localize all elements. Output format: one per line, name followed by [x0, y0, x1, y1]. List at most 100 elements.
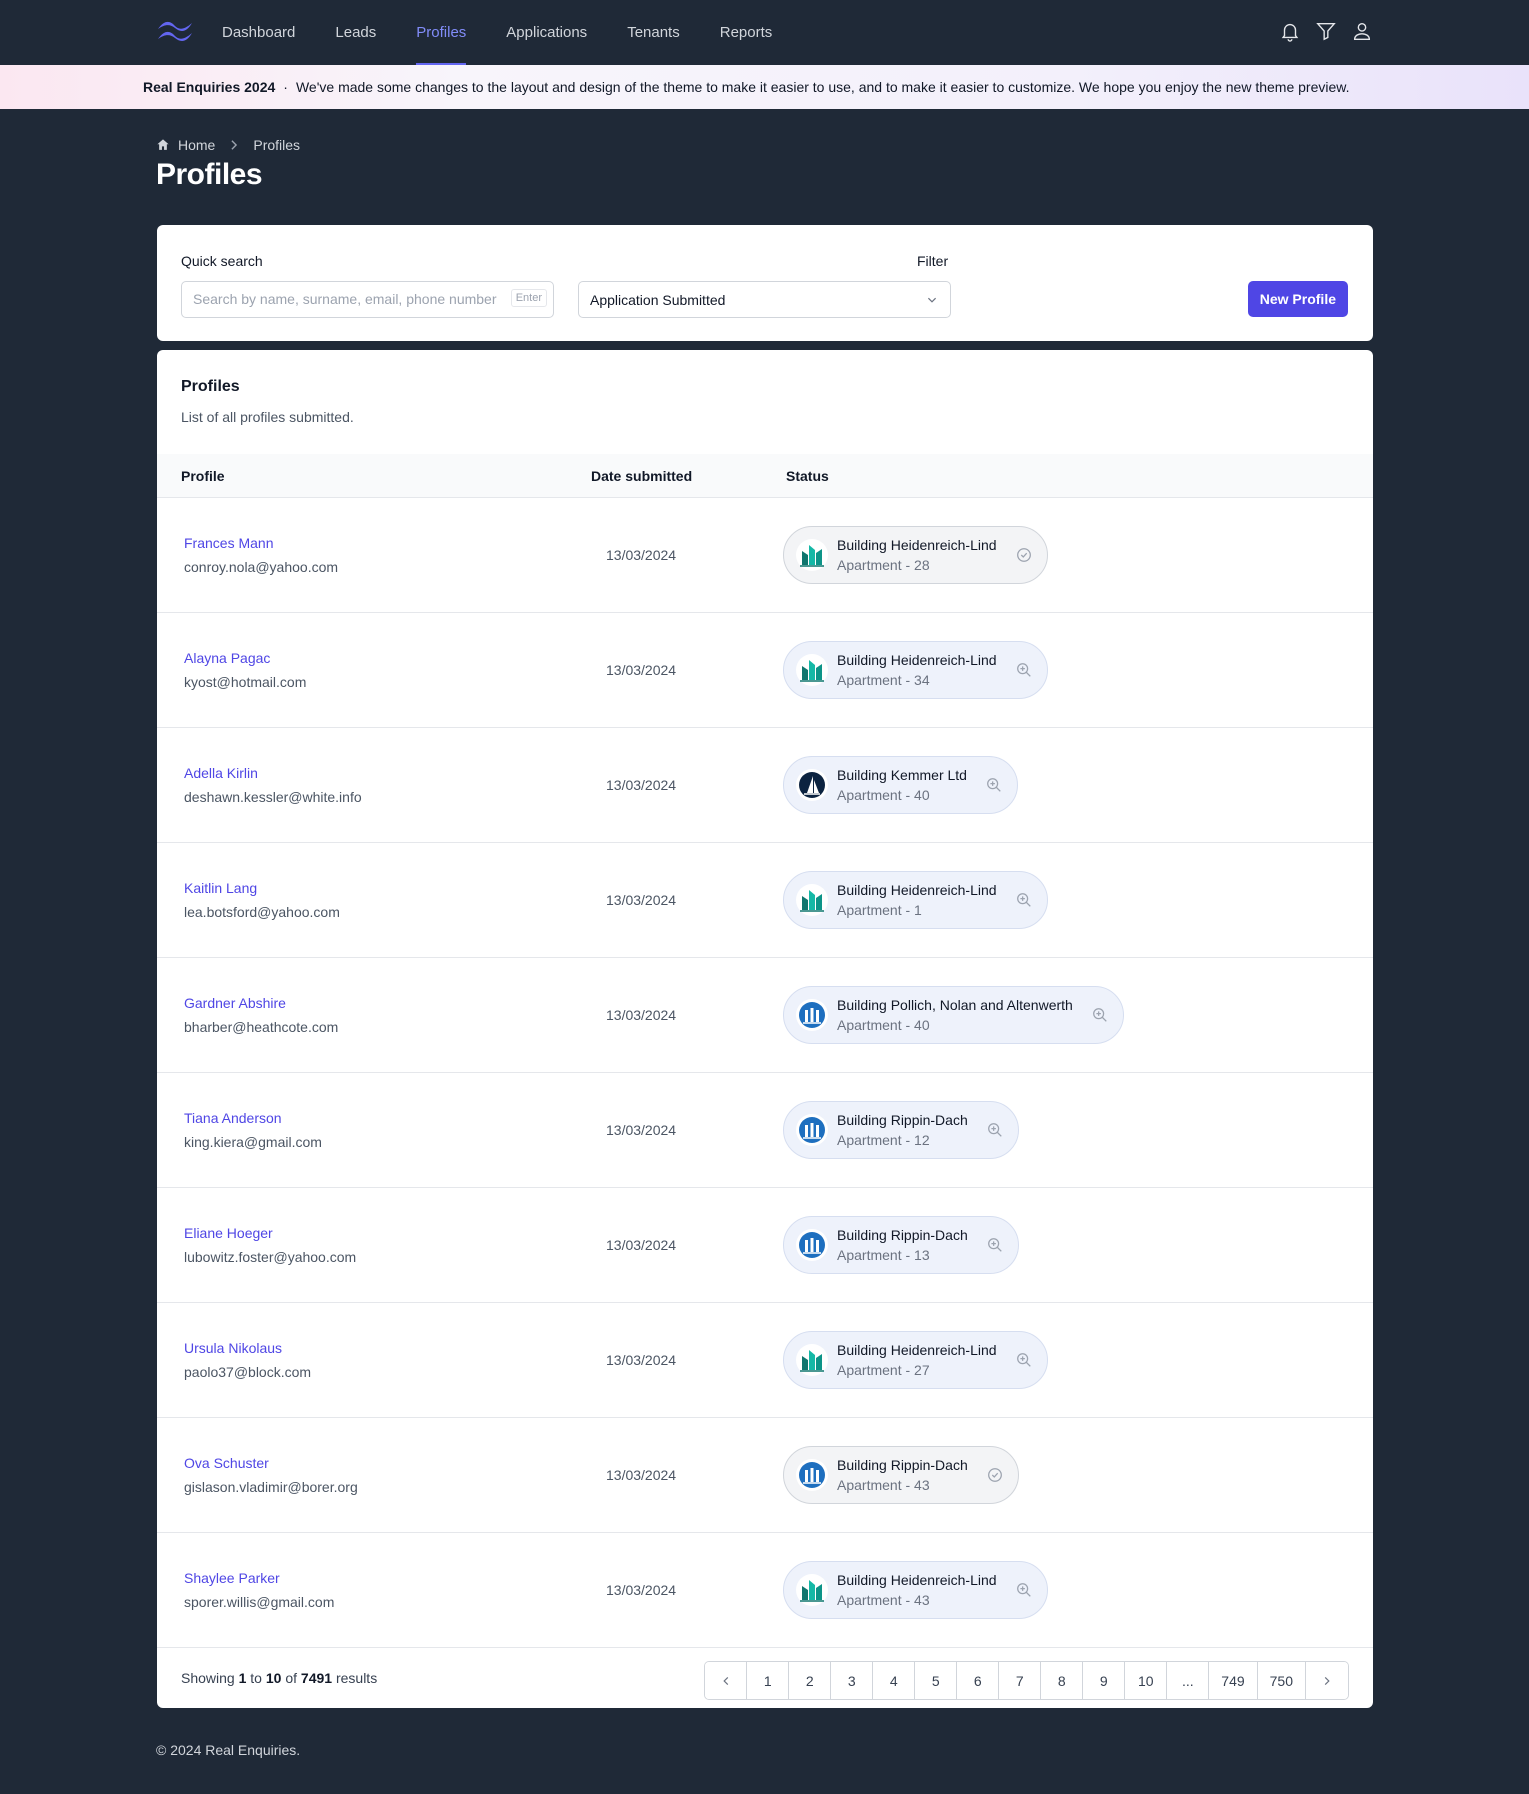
- zoom-in-icon[interactable]: [1015, 1581, 1033, 1599]
- apartment-label: Apartment - 43: [837, 1591, 930, 1608]
- profile-name-link[interactable]: Ova Schuster: [184, 1455, 269, 1471]
- page-button[interactable]: 4: [873, 1662, 916, 1699]
- page-button[interactable]: 6: [957, 1662, 1000, 1699]
- results-from: 1: [238, 1670, 247, 1686]
- table-row: Ursula Nikolaus paolo37@block.com 13/03/20…: [157, 1303, 1373, 1418]
- breadcrumb-current[interactable]: Profiles: [253, 137, 300, 153]
- building-logo: [796, 884, 828, 916]
- profile-email: gislason.vladimir@borer.org: [184, 1479, 358, 1495]
- next-page-button[interactable]: [1306, 1662, 1348, 1699]
- main-nav: Dashboard Leads Profiles Applications Tenant…: [222, 0, 812, 65]
- profile-name-link[interactable]: Ursula Nikolaus: [184, 1340, 282, 1356]
- building-name: Building Kemmer Ltd: [837, 766, 967, 783]
- page-button[interactable]: 1: [747, 1662, 790, 1699]
- date-submitted: 13/03/2024: [606, 1352, 677, 1368]
- page-button[interactable]: 750: [1257, 1662, 1306, 1699]
- logo-icon[interactable]: [156, 18, 194, 46]
- filter-label: Filter: [917, 253, 949, 269]
- results-to: 10: [265, 1670, 282, 1686]
- profile-name-link[interactable]: Adella Kirlin: [184, 765, 258, 781]
- nav-item-profiles[interactable]: Profiles: [416, 0, 467, 65]
- status-pill[interactable]: Building Heidenreich-Lind Apartment - 27: [783, 1331, 1048, 1389]
- apartment-label: Apartment - 12: [837, 1131, 930, 1148]
- apartment-label: Apartment - 28: [837, 556, 930, 573]
- building-name: Building Pollich, Nolan and Altenwerth: [837, 996, 1073, 1013]
- nav-item-applications[interactable]: Applications: [506, 0, 587, 65]
- profile-name-link[interactable]: Shaylee Parker: [184, 1570, 280, 1586]
- building-logo-icon: [800, 545, 824, 567]
- apartment-label: Apartment - 13: [837, 1246, 930, 1263]
- building-name: Building Heidenreich-Lind: [837, 881, 997, 898]
- zoom-in-icon[interactable]: [1015, 891, 1033, 909]
- building-logo-icon: [800, 890, 824, 912]
- filter-icon[interactable]: [1315, 20, 1337, 42]
- table-row: Shaylee Parker sporer.willis@gmail.com 13/…: [157, 1533, 1373, 1648]
- column-header-status: Status: [786, 468, 829, 484]
- search-input[interactable]: [193, 291, 503, 307]
- building-logo: [796, 999, 828, 1031]
- building-logo-icon: [799, 1232, 825, 1258]
- breadcrumb-home[interactable]: Home: [178, 137, 215, 153]
- date-submitted: 13/03/2024: [606, 547, 677, 563]
- table-row: Adella Kirlin deshawn.kessler@white.info 1…: [157, 728, 1373, 843]
- bell-icon[interactable]: [1279, 20, 1301, 42]
- zoom-in-icon[interactable]: [985, 776, 1003, 794]
- nav-item-reports[interactable]: Reports: [720, 0, 773, 65]
- status-pill[interactable]: Building Heidenreich-Lind Apartment - 28: [783, 526, 1048, 584]
- profile-email: kyost@hotmail.com: [184, 674, 307, 690]
- building-logo-icon: [799, 1462, 825, 1488]
- profile-name-link[interactable]: Gardner Abshire: [184, 995, 286, 1011]
- building-logo: [796, 769, 828, 801]
- table-header: Profile Date submitted Status: [157, 454, 1373, 498]
- prev-page-button[interactable]: [705, 1662, 748, 1699]
- apartment-label: Apartment - 43: [837, 1476, 930, 1493]
- status-pill[interactable]: Building Heidenreich-Lind Apartment - 34: [783, 641, 1048, 699]
- page-button[interactable]: 8: [1041, 1662, 1084, 1699]
- nav-item-dashboard[interactable]: Dashboard: [222, 0, 295, 65]
- page-button[interactable]: 9: [1083, 1662, 1126, 1699]
- profile-name-link[interactable]: Frances Mann: [184, 535, 273, 551]
- page-button[interactable]: 7: [999, 1662, 1042, 1699]
- building-name: Building Rippin-Dach: [837, 1226, 968, 1243]
- profile-email: paolo37@block.com: [184, 1364, 312, 1380]
- status-pill[interactable]: Building Kemmer Ltd Apartment - 40: [783, 756, 1018, 814]
- nav-item-leads[interactable]: Leads: [335, 0, 376, 65]
- page-button[interactable]: 3: [831, 1662, 874, 1699]
- table-row: Gardner Abshire bharber@heathcote.com 13/0…: [157, 958, 1373, 1073]
- profile-name-link[interactable]: Kaitlin Lang: [184, 880, 257, 896]
- zoom-in-icon[interactable]: [986, 1121, 1004, 1139]
- zoom-in-icon[interactable]: [986, 1236, 1004, 1254]
- apartment-label: Apartment - 34: [837, 671, 930, 688]
- enter-shortcut-hint: Enter: [510, 289, 547, 307]
- page-button[interactable]: 10: [1125, 1662, 1168, 1699]
- status-pill[interactable]: Building Pollich, Nolan and Altenwerth Ap…: [783, 986, 1124, 1044]
- home-icon[interactable]: [156, 138, 170, 152]
- status-filter-select[interactable]: Application Submitted: [578, 281, 951, 318]
- table-row: Tiana Anderson king.kiera@gmail.com 13/03/…: [157, 1073, 1373, 1188]
- status-pill[interactable]: Building Rippin-Dach Apartment - 13: [783, 1216, 1019, 1274]
- status-pill[interactable]: Building Rippin-Dach Apartment - 43: [783, 1446, 1019, 1504]
- chevron-left-icon: [723, 1676, 729, 1685]
- zoom-in-icon[interactable]: [1015, 661, 1033, 679]
- page-ellipsis: ...: [1167, 1662, 1210, 1699]
- column-header-date: Date submitted: [591, 468, 693, 484]
- check-circle-icon[interactable]: [1015, 546, 1033, 564]
- building-logo-icon: [800, 1350, 824, 1372]
- page-button[interactable]: 749: [1209, 1662, 1258, 1699]
- status-pill[interactable]: Building Heidenreich-Lind Apartment - 1: [783, 871, 1048, 929]
- profile-name-link[interactable]: Tiana Anderson: [184, 1110, 282, 1126]
- nav-item-tenants[interactable]: Tenants: [627, 0, 680, 65]
- status-pill[interactable]: Building Heidenreich-Lind Apartment - 43: [783, 1561, 1048, 1619]
- zoom-in-icon[interactable]: [1015, 1351, 1033, 1369]
- page-button[interactable]: 2: [789, 1662, 832, 1699]
- profile-name-link[interactable]: Alayna Pagac: [184, 650, 270, 666]
- zoom-in-icon[interactable]: [1091, 1006, 1109, 1024]
- check-circle-icon[interactable]: [986, 1466, 1004, 1484]
- building-name: Building Rippin-Dach: [837, 1111, 968, 1128]
- profile-name-link[interactable]: Eliane Hoeger: [184, 1225, 273, 1241]
- page-button[interactable]: 5: [915, 1662, 958, 1699]
- new-profile-button[interactable]: New Profile: [1247, 281, 1348, 317]
- user-icon[interactable]: [1351, 20, 1373, 42]
- status-pill[interactable]: Building Rippin-Dach Apartment - 12: [783, 1101, 1019, 1159]
- date-submitted: 13/03/2024: [606, 777, 677, 793]
